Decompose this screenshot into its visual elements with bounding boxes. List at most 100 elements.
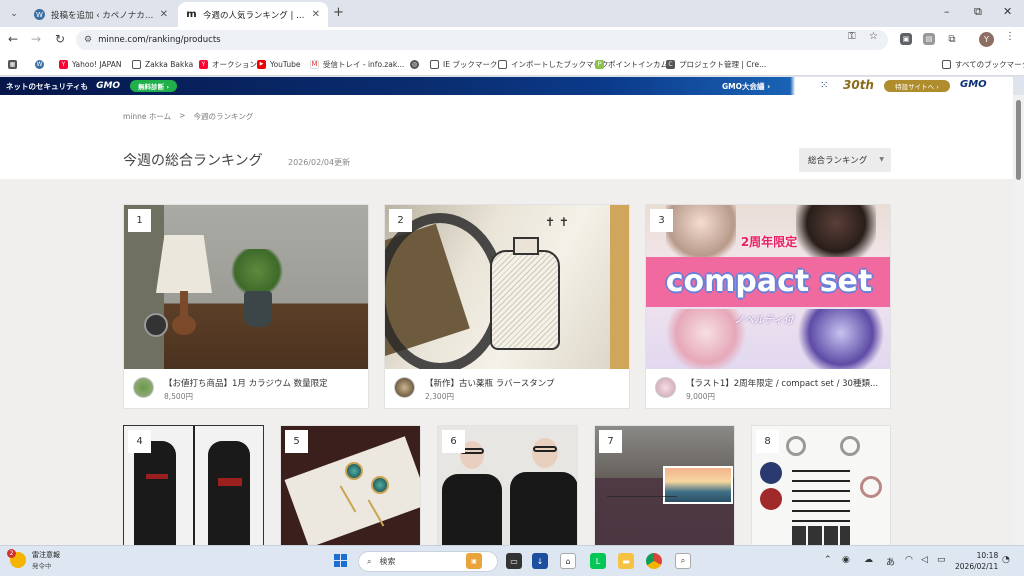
product-card[interactable]: 5 [280, 425, 421, 545]
apps-grid-icon[interactable]: ▦ [8, 57, 21, 71]
extension-icon[interactable]: ▤ [923, 33, 935, 45]
tab-strip: ⌄ W 投稿を追加 ‹ カペノナカ — WordPress ✕ m 今週の人気ラ… [0, 0, 1024, 27]
product-card[interactable]: ✝ ✝ 2 【新作】古い薬瓶 ラバースタンプ 2,300円 [384, 204, 630, 409]
product-price: 9,000円 [686, 392, 715, 401]
folder-icon [132, 59, 141, 69]
bookmark-globe[interactable]: ◎ [410, 57, 423, 71]
close-tab-icon[interactable]: ✕ [312, 9, 320, 20]
password-key-icon[interactable]: ⚿ [848, 31, 856, 42]
bookmarks-bar: ▦ W Y Yahoo! JAPAN Zakka Bakka Y オークション ▶ Y… [0, 53, 1024, 76]
bookmark-pointincome[interactable]: P ポイントインカム [595, 57, 668, 71]
cloud-icon[interactable]: ☁ [864, 555, 873, 565]
browser-toolbar: ← → ↻ ⚙ minne.com/ranking/products ⚿ ☆ ▣… [0, 27, 1024, 53]
task-view-icon[interactable]: ▭ [506, 553, 522, 569]
search-placeholder: 検索 [379, 557, 396, 566]
new-tab-button[interactable]: + [333, 5, 344, 20]
product-title[interactable]: 【お値打ち商品】1月 カラジウム 数量限定 [164, 377, 364, 389]
shop-avatar[interactable] [655, 377, 676, 398]
bookmark-gmail[interactable]: M 受信トレイ - info.zak... [310, 57, 404, 71]
bookmark-yahoo[interactable]: Y Yahoo! JAPAN [59, 57, 121, 71]
bookmark-star-icon[interactable]: ☆ [869, 31, 878, 42]
product-card[interactable]: 4 [123, 425, 264, 545]
extensions-puzzle-icon[interactable]: ⧉ [946, 33, 958, 45]
back-icon[interactable]: ← [8, 32, 18, 46]
product-image[interactable]: ✝ ✝ [385, 205, 629, 369]
special-site-button[interactable]: 特設サイトへ › [884, 80, 950, 92]
chrome-icon[interactable] [646, 553, 662, 569]
tab-wordpress[interactable]: W 投稿を追加 ‹ カペノナカ — WordPress ✕ [26, 2, 176, 27]
ime-indicator[interactable]: あ [886, 555, 895, 568]
rank-badge: 5 [285, 430, 308, 453]
close-tab-icon[interactable]: ✕ [160, 9, 168, 20]
page-scrollbar[interactable] [1013, 95, 1024, 545]
gmo-logo: GMO [960, 79, 987, 90]
product-title[interactable]: 【新作】古い薬瓶 ラバースタンプ [425, 377, 625, 389]
notification-bell-icon[interactable]: ◔ [1002, 555, 1010, 565]
minne-icon: m [186, 9, 197, 20]
bookmark-label: プロジェクト管理 | Cre... [679, 59, 767, 69]
app-icon[interactable]: ⌕ [675, 553, 691, 569]
banner-text: ネットのセキュリティも [6, 81, 89, 91]
bookmark-label: オークション [212, 59, 257, 69]
close-window-button[interactable]: ✕ [1003, 5, 1012, 18]
site-info-icon[interactable]: ⚙ [84, 35, 92, 45]
clock-date: 2026/02/11 [955, 562, 999, 571]
extension-icon[interactable]: ▣ [900, 33, 912, 45]
file-explorer-icon[interactable]: ▬ [618, 553, 634, 569]
gmo-conference-link[interactable]: GMO大会議 › [722, 81, 770, 92]
line-app-icon[interactable]: L [590, 553, 606, 569]
bookmark-zakka-bakka[interactable]: Zakka Bakka [132, 57, 193, 71]
start-menu-icon[interactable] [334, 554, 348, 568]
all-bookmarks[interactable]: すべてのブックマーク [942, 57, 1024, 71]
app-tray-icon[interactable]: ◉ [842, 555, 850, 565]
minimize-button[interactable]: – [944, 5, 950, 18]
youtube-icon: ▶ [257, 59, 266, 69]
product-card[interactable]: 8 [751, 425, 891, 545]
product-image[interactable]: 2周年限定 compact set ノベルティ付 [646, 205, 890, 369]
ranking-type-select[interactable]: 総合ランキング ▼ [799, 148, 891, 172]
shop-avatar[interactable] [133, 377, 154, 398]
product-card[interactable]: 7 [594, 425, 735, 545]
product-card[interactable]: 2周年限定 compact set ノベルティ付 3 【ラスト1】2周年限定 /… [645, 204, 891, 409]
address-bar[interactable]: ⚙ minne.com/ranking/products [76, 30, 888, 50]
yahoo-icon: Y [59, 59, 68, 69]
maximize-button[interactable]: ⧉ [974, 5, 982, 19]
product-title[interactable]: 【ラスト1】2周年限定 / compact set / 30種類... [686, 377, 886, 389]
rank-badge: 8 [756, 430, 779, 453]
battery-icon[interactable]: ▭ [937, 555, 946, 565]
product-card[interactable]: 6 [437, 425, 578, 545]
bookmark-label: YouTube [270, 59, 301, 69]
tab-search-button[interactable]: ⌄ [6, 6, 22, 22]
forward-icon[interactable]: → [31, 32, 41, 46]
menu-icon[interactable]: ⋮ [1005, 31, 1015, 42]
wordpress-icon: W [34, 9, 45, 20]
breadcrumb-home-link[interactable]: minne ホーム [123, 111, 171, 122]
bookmark-label: インポートしたブックマーク [511, 59, 609, 69]
url-text: minne.com/ranking/products [98, 35, 221, 45]
app-icon[interactable]: ⌂ [560, 553, 576, 569]
free-check-button[interactable]: 無料診断 › [130, 80, 178, 92]
bookmark-imported[interactable]: インポートしたブックマーク [498, 57, 609, 71]
profile-avatar[interactable]: Y [979, 32, 994, 47]
download-app-icon[interactable]: ↓ [532, 553, 548, 569]
product-card[interactable]: 1 【お値打ち商品】1月 カラジウム 数量限定 8,500円 [123, 204, 369, 409]
banner-sub-text: ノベルティ付 [734, 315, 794, 326]
tab-title: 今週の人気ランキング | minne 国内最大級 [203, 10, 306, 21]
bookmark-auction[interactable]: Y オークション [199, 57, 257, 71]
bookmark-ie[interactable]: IE ブックマーク [430, 57, 497, 71]
shop-avatar[interactable] [394, 377, 415, 398]
bookmark-project[interactable]: C プロジェクト管理 | Cre... [666, 57, 766, 71]
product-image[interactable] [124, 205, 368, 369]
chevron-up-icon[interactable]: ⌃ [824, 555, 832, 565]
bookmark-youtube[interactable]: ▶ YouTube [257, 57, 301, 71]
system-clock[interactable]: 10:18 2026/02/11 [955, 550, 998, 572]
tab-minne-ranking[interactable]: m 今週の人気ランキング | minne 国内最大級 ✕ [178, 2, 328, 27]
product-price: 2,300円 [425, 392, 454, 401]
scrollbar-thumb[interactable] [1016, 100, 1021, 180]
weather-widget[interactable]: 2 雷注意報 発令中 [7, 549, 60, 570]
wifi-icon[interactable]: ◠ [905, 555, 913, 565]
bookmark-wordpress[interactable]: W [35, 57, 48, 71]
gmo-ad-banner[interactable]: ネットのセキュリティも GMO 無料診断 › GMO大会議 › ⁙ 30th 特… [0, 77, 1013, 95]
reload-icon[interactable]: ↻ [55, 32, 65, 46]
volume-icon[interactable]: ◁ [921, 555, 928, 565]
